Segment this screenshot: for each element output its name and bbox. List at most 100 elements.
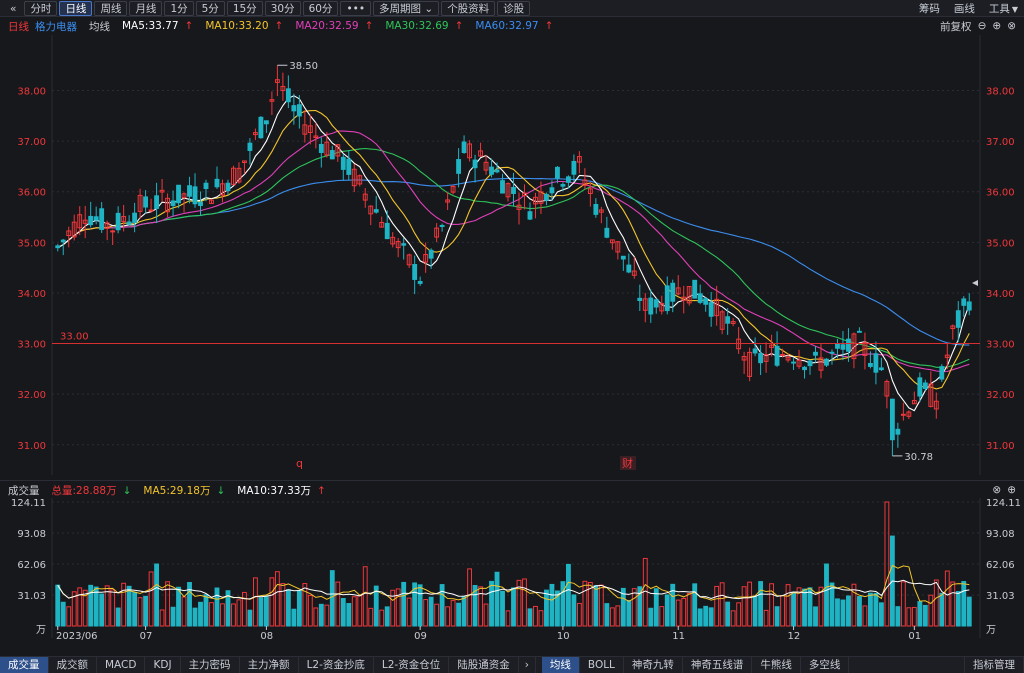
tab-monthly[interactable]: 月线 (129, 0, 163, 16)
x-tick-label: 12 (788, 631, 801, 642)
price-chart[interactable]: 38.00 38.00 37.00 37.00 36.00 36.00 35.00 35.00… (0, 35, 1024, 480)
x-tick-label: 2023/06 (56, 631, 98, 642)
volume-bar (401, 581, 407, 627)
candle-body (225, 182, 231, 192)
tab-5min[interactable]: 5分 (195, 0, 225, 16)
tab-main-force-net[interactable]: 主力净额 (240, 657, 299, 673)
tab-main-force-code[interactable]: 主力密码 (181, 657, 240, 673)
tab-1min[interactable]: 1分 (164, 0, 194, 16)
candle-body (752, 348, 758, 354)
tab-weekly[interactable]: 周线 (94, 0, 128, 16)
tab-bull-bear[interactable]: 牛熊线 (752, 657, 801, 673)
volume-bar (242, 591, 247, 627)
candle-body (648, 297, 654, 315)
multi-period-button[interactable]: 多周期图 ⌄ (373, 0, 440, 16)
indicator-type[interactable]: 均线 (89, 19, 110, 34)
candle-body (653, 299, 659, 308)
volume-bar (961, 580, 967, 627)
zoom-out-icon[interactable]: ⊖ (978, 20, 987, 32)
candle-body (544, 193, 549, 201)
tab-ma[interactable]: 均线 (541, 657, 580, 673)
x-tick-label: 08 (260, 631, 273, 642)
tab-kdj[interactable]: KDJ (145, 657, 181, 673)
tab-15min[interactable]: 15分 (226, 0, 263, 16)
candle-body (126, 221, 132, 225)
volume-bar (593, 585, 599, 627)
stock-profile-button[interactable]: 个股资料 (441, 0, 496, 16)
x-tick-label: 10 (557, 631, 570, 642)
volume-bar (895, 606, 901, 627)
ma20-label: MA20:32.59 ↑ (295, 20, 374, 32)
candle-body (813, 351, 818, 356)
more-periods-button[interactable]: ••• (340, 0, 372, 16)
event-marker-q[interactable]: q (296, 457, 303, 470)
ma10-line (57, 109, 970, 390)
tab-turnover[interactable]: 成交额 (49, 657, 97, 673)
tab-magic-five[interactable]: 神奇五线谱 (683, 657, 753, 673)
tab-boll[interactable]: BOLL (580, 657, 624, 673)
tab-30min[interactable]: 30分 (264, 0, 301, 16)
tab-l2-position[interactable]: L2-资金仓位 (374, 657, 450, 673)
volume-bar (867, 592, 873, 627)
tab-northbound[interactable]: 陆股通资金 (449, 657, 519, 673)
close-panel-icon[interactable]: ⊗ (992, 484, 1001, 496)
tab-magic-nine[interactable]: 神奇九转 (624, 657, 683, 673)
volume-bar (258, 597, 264, 627)
candle-body (725, 316, 731, 324)
candle-body (99, 208, 105, 230)
tab-long-short[interactable]: 多空线 (801, 657, 850, 673)
volume-bar (148, 571, 154, 627)
panel-settings-icon[interactable]: ⊕ (1007, 484, 1016, 496)
candle-body (626, 264, 632, 273)
tab-volume[interactable]: 成交量 (0, 657, 49, 673)
chips-button[interactable]: 筹码 (913, 1, 946, 16)
volume-bar (900, 581, 906, 627)
diagnose-button[interactable]: 诊股 (497, 0, 531, 16)
tab-60min[interactable]: 60分 (302, 0, 339, 16)
candle-body (939, 366, 945, 380)
volume-bar (533, 605, 538, 627)
tools-button[interactable]: 工具 ▼ (983, 1, 1024, 16)
scroll-right-icon[interactable]: › (519, 657, 536, 673)
settings-icon[interactable]: ⊗ (1007, 20, 1016, 32)
candle-body (692, 279, 698, 299)
candle-body (900, 413, 906, 416)
candle-body (439, 224, 445, 227)
volume-bar (758, 581, 764, 627)
candle-body (203, 182, 209, 190)
candle-body (412, 264, 418, 280)
tab-l2-bottom[interactable]: L2-资金抄底 (299, 657, 374, 673)
draw-button[interactable]: 画线 (948, 1, 981, 16)
event-marker-earnings[interactable]: 财 (622, 456, 633, 470)
candle-body (527, 211, 533, 220)
tab-intraday[interactable]: 分时 (24, 0, 58, 16)
volume-bar (862, 605, 868, 627)
volume-bar (653, 588, 659, 627)
volume-bar (231, 603, 236, 627)
tab-daily[interactable]: 日线 (59, 0, 93, 16)
x-tick-label: 01 (908, 631, 921, 642)
back-icon[interactable]: « (4, 1, 22, 16)
volume-chart[interactable]: 124.11 124.11 93.08 93.08 62.06 62.06 31.03 31.… (0, 498, 1024, 656)
volume-bar (928, 594, 934, 627)
volume-bar (576, 602, 582, 627)
candle-body (143, 196, 149, 208)
stock-name[interactable]: 格力电器 (35, 19, 77, 34)
volume-bar (357, 595, 363, 627)
tab-indicator-manage[interactable]: 指标管理 (964, 657, 1024, 673)
ma-legend: 日线 格力电器 均线 MA5:33.77 ↑ MA10:33.20 ↑ MA20:3… (0, 17, 1024, 35)
volume-bar (840, 599, 846, 627)
price-tick-left: 35.00 (17, 238, 46, 249)
candle-body (604, 227, 610, 238)
adjust-selector[interactable]: 前复权 (940, 19, 972, 34)
price-tick-left: 32.00 (17, 390, 46, 401)
candle-body (494, 169, 500, 173)
ma10-label: MA10:33.20 ↑ (205, 20, 284, 32)
candle-body (961, 298, 967, 306)
tab-macd[interactable]: MACD (97, 657, 146, 673)
price-tick-right: 37.00 (986, 137, 1015, 148)
zoom-in-icon[interactable]: ⊕ (992, 20, 1001, 32)
volume-bar (648, 607, 654, 627)
candle-body (192, 186, 198, 205)
volume-bar (631, 588, 637, 627)
